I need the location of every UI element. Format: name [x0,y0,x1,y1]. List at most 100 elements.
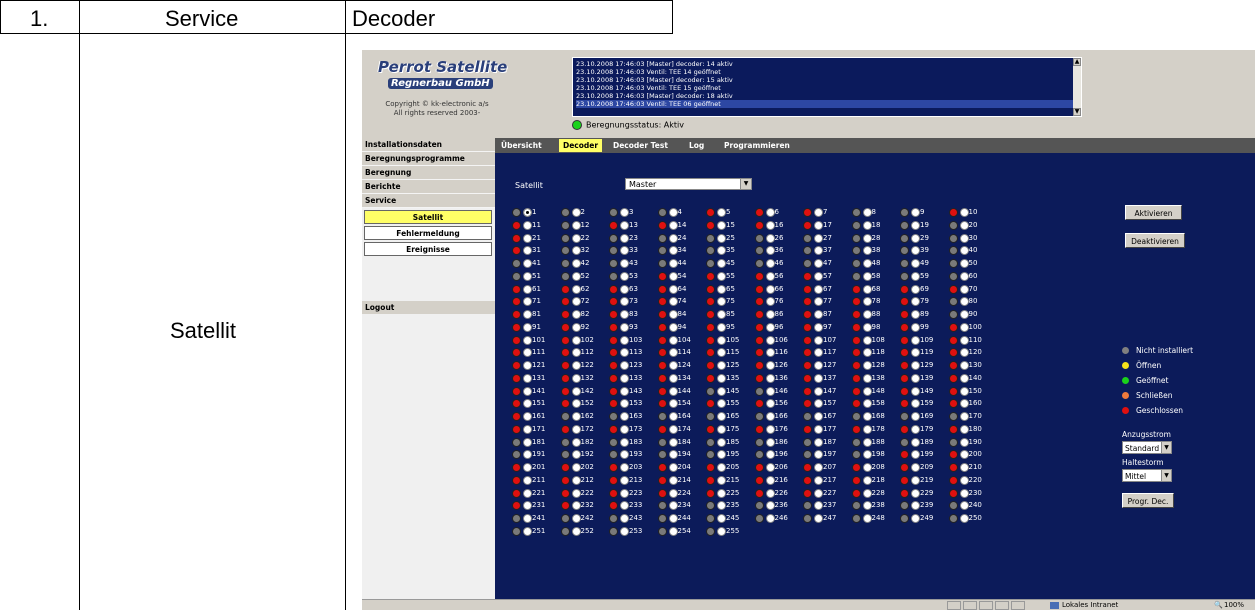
decoder-item[interactable]: 135 [706,372,754,384]
decoder-select-radio[interactable] [765,310,775,319]
decoder-item[interactable]: 50 [948,257,997,269]
decoder-select-radio[interactable] [523,526,532,536]
decoder-select-radio[interactable] [814,348,823,358]
decoder-select-radio[interactable] [717,373,726,383]
decoder-item[interactable]: 79 [900,295,948,307]
decoder-item[interactable]: 78 [851,295,900,307]
decoder-select-radio[interactable] [814,335,823,345]
decoder-item[interactable]: 192 [560,448,609,460]
decoder-select-radio[interactable] [571,386,581,396]
decoder-select-radio[interactable] [959,399,969,409]
decoder-item[interactable]: 80 [948,295,997,307]
decoder-item[interactable]: 222 [560,487,609,499]
haltestrom-select[interactable]: Mittel ▼ [1122,469,1172,482]
decoder-item[interactable]: 212 [560,474,609,486]
decoder-item[interactable]: 68 [851,283,900,295]
decoder-item[interactable]: 91 [512,321,560,333]
decoder-select-radio[interactable] [814,412,823,421]
decoder-item[interactable]: 52 [560,270,609,282]
decoder-item[interactable]: 223 [609,487,657,499]
decoder-item[interactable]: 121 [512,359,560,371]
event-log[interactable]: 23.10.2008 17:46:03 [Master] decoder: 14… [572,57,1082,117]
decoder-item[interactable]: 175 [706,423,754,435]
decoder-select-radio[interactable] [523,284,532,294]
decoder-select-radio[interactable] [523,208,532,217]
decoder-select-radio[interactable] [911,501,920,511]
decoder-select-radio[interactable] [571,259,581,268]
decoder-select-radio[interactable] [765,475,775,485]
decoder-select-radio[interactable] [814,437,823,447]
decoder-select-radio[interactable] [523,488,532,498]
decoder-select-radio[interactable] [959,514,969,523]
decoder-select-radio[interactable] [717,386,726,396]
decoder-item[interactable]: 187 [803,436,851,448]
decoder-item[interactable]: 231 [512,499,560,511]
decoder-select-radio[interactable] [571,412,581,421]
decoder-select-radio[interactable] [814,424,823,434]
decoder-item[interactable]: 214 [657,474,706,486]
decoder-select-radio[interactable] [523,386,532,396]
decoder-item[interactable]: 181 [512,436,560,448]
decoder-item[interactable]: 126 [754,359,803,371]
decoder-item[interactable]: 191 [512,448,560,460]
decoder-item[interactable]: 66 [754,283,803,295]
decoder-select-radio[interactable] [620,271,629,281]
decoder-select-radio[interactable] [814,322,823,332]
decoder-select-radio[interactable] [862,475,872,485]
decoder-select-radio[interactable] [814,297,823,307]
decoder-select-radio[interactable] [911,488,920,498]
decoder-item[interactable]: 98 [851,321,900,333]
decoder-item[interactable]: 188 [851,436,900,448]
decoder-item[interactable]: 248 [851,512,900,524]
decoder-item[interactable]: 38 [851,244,900,256]
decoder-select-radio[interactable] [862,514,872,523]
decoder-select-radio[interactable] [571,399,581,409]
decoder-item[interactable]: 111 [512,346,560,358]
decoder-item[interactable]: 44 [657,257,706,269]
decoder-select-radio[interactable] [862,450,872,460]
decoder-select-radio[interactable] [571,424,581,434]
decoder-item[interactable]: 48 [851,257,900,269]
decoder-item[interactable]: 85 [706,308,754,320]
decoder-select-radio[interactable] [862,310,872,319]
decoder-select-radio[interactable] [571,437,581,447]
decoder-item[interactable]: 251 [512,525,560,537]
decoder-select-radio[interactable] [668,463,678,472]
decoder-select-radio[interactable] [668,297,678,307]
progr-dec-button[interactable]: Progr. Dec. [1122,493,1174,508]
decoder-item[interactable]: 164 [657,410,706,422]
decoder-item[interactable]: 31 [512,244,560,256]
decoder-item[interactable]: 24 [657,232,706,244]
decoder-item[interactable]: 14 [657,219,706,231]
decoder-item[interactable]: 241 [512,512,560,524]
decoder-select-radio[interactable] [717,501,726,511]
decoder-item[interactable]: 1 [512,206,560,218]
decoder-item[interactable]: 147 [803,385,851,397]
decoder-item[interactable]: 54 [657,270,706,282]
decoder-item[interactable]: 40 [948,244,997,256]
decoder-item[interactable]: 53 [609,270,657,282]
decoder-select-radio[interactable] [765,373,775,383]
decoder-select-radio[interactable] [668,514,678,523]
decoder-select-radio[interactable] [765,233,775,243]
decoder-item[interactable]: 130 [948,359,997,371]
decoder-item[interactable]: 134 [657,372,706,384]
decoder-item[interactable]: 142 [560,385,609,397]
decoder-item[interactable]: 247 [803,512,851,524]
decoder-item[interactable]: 20 [948,219,997,231]
decoder-select-radio[interactable] [814,259,823,268]
decoder-item[interactable]: 216 [754,474,803,486]
decoder-select-radio[interactable] [911,271,920,281]
decoder-select-radio[interactable] [717,488,726,498]
decoder-select-radio[interactable] [620,412,629,421]
decoder-item[interactable]: 154 [657,397,706,409]
decoder-item[interactable]: 75 [706,295,754,307]
decoder-item[interactable]: 207 [803,461,851,473]
decoder-item[interactable]: 47 [803,257,851,269]
decoder-select-radio[interactable] [911,322,920,332]
decoder-select-radio[interactable] [668,233,678,243]
decoder-item[interactable]: 32 [560,244,609,256]
decoder-select-radio[interactable] [620,386,629,396]
decoder-item[interactable]: 139 [900,372,948,384]
decoder-select-radio[interactable] [668,259,678,268]
